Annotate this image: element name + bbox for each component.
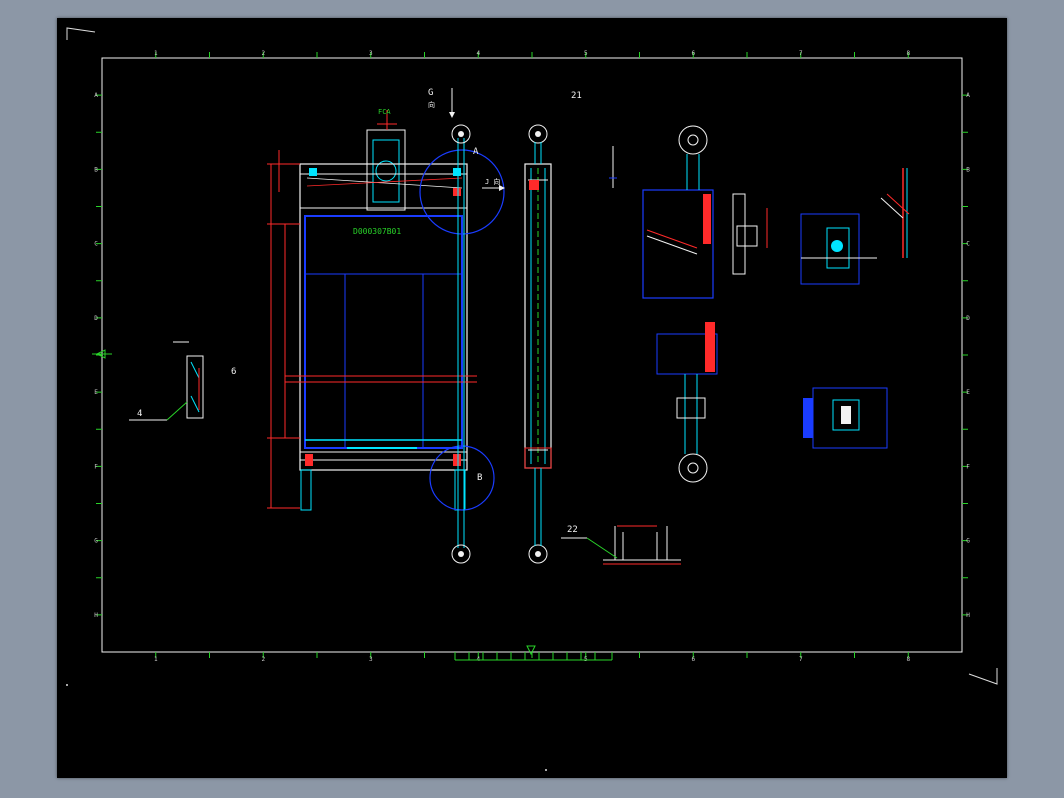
detail-views [609, 125, 910, 483]
bottom-bracket: 22 [561, 525, 681, 565]
grid-row-label: E [94, 389, 98, 396]
grid-col-label: 3 [369, 50, 373, 57]
ucs-icon-bottom [968, 668, 998, 685]
grid-row-label: A [966, 92, 970, 99]
callout-21: 21 [571, 91, 582, 101]
grid-col-label: 7 [799, 50, 803, 57]
grid-row-label: E [966, 389, 970, 396]
view-g-label: G [428, 88, 433, 98]
grid-row-label: H [966, 612, 970, 619]
callout-6: 6 [231, 367, 236, 377]
frame-center-markers [92, 349, 536, 656]
grid-col-label: 1 [154, 656, 158, 663]
grid-row-label: D [966, 315, 970, 322]
drawing-frame [101, 57, 963, 653]
grid-col-label: 8 [906, 656, 910, 663]
grid-row-label: B [966, 166, 970, 173]
side-view: 21 [524, 91, 582, 564]
grid-row-label: F [966, 463, 970, 470]
left-detail: 4 6 [129, 341, 236, 421]
view-g-dir: 向 [428, 100, 435, 109]
grid-row-label: B [94, 166, 98, 173]
detail-a-label: A [473, 147, 479, 157]
grid-col-label: 6 [691, 50, 695, 57]
grid-col-label: 2 [261, 656, 265, 663]
drawing-code: D000307B01 [353, 227, 401, 236]
grid-row-label: H [94, 612, 98, 619]
grid-col-label: 6 [691, 656, 695, 663]
grid-col-label: 4 [476, 50, 480, 57]
grid-col-label: 7 [799, 656, 803, 663]
grid-col-label: 1 [154, 50, 158, 57]
grid-row-label: F [94, 463, 98, 470]
grid-col-label: 2 [261, 50, 265, 57]
grid-row-label: C [94, 241, 98, 248]
top-mark: FCA [378, 108, 391, 116]
callout-22: 22 [567, 525, 578, 535]
view-j-label: J 向 [485, 177, 500, 186]
grid-row-label: C [966, 241, 970, 248]
cad-drawing: 12345678 12345678 ABCDEFGH ABCDEFGH FCA [66, 27, 998, 771]
cad-viewport[interactable]: 12345678 12345678 ABCDEFGH ABCDEFGH FCA [57, 18, 1007, 778]
ucs-icon [66, 27, 96, 40]
grid-row-label: A [94, 92, 98, 99]
front-view: FCA A B D000307B01 G 向 J 向 [267, 88, 505, 564]
grid-row-label: D [94, 315, 98, 322]
detail-b-label: B [477, 473, 482, 483]
grid-col-label: 3 [369, 656, 373, 663]
grid-row-label: G [94, 538, 98, 545]
grid-col-label: 8 [906, 50, 910, 57]
frame-ticks [96, 52, 968, 658]
grid-col-label: 5 [584, 50, 588, 57]
callout-4: 4 [137, 409, 142, 419]
grid-row-label: G [966, 538, 970, 545]
